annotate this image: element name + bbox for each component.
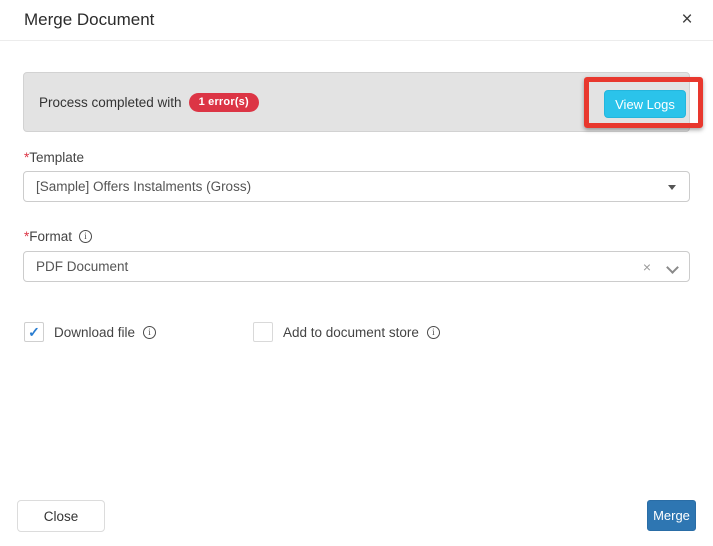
alert-message-text: Process completed with [39, 95, 182, 110]
add-to-document-store-label: Add to document store [283, 325, 419, 340]
merge-button[interactable]: Merge [647, 500, 696, 531]
alert-message: Process completed with 1 error(s) [39, 93, 259, 112]
error-count-badge: 1 error(s) [189, 93, 259, 112]
dialog-header: Merge Document × [0, 0, 713, 41]
add-to-document-store-checkbox[interactable] [253, 322, 273, 342]
template-label-text: Template [29, 150, 84, 165]
process-alert: Process completed with 1 error(s) [23, 72, 690, 132]
template-select-value: [Sample] Offers Instalments (Gross) [36, 179, 251, 194]
close-icon[interactable]: × [675, 8, 699, 32]
caret-down-icon [668, 185, 676, 190]
view-logs-button[interactable]: View Logs [604, 90, 686, 118]
download-file-label: Download file [54, 325, 135, 340]
format-field-label: *Format i [24, 229, 92, 244]
template-select[interactable]: [Sample] Offers Instalments (Gross) [23, 171, 690, 202]
download-file-option[interactable]: ✓ Download file i [24, 322, 156, 342]
checkbox-row: ✓ Download file i Add to document store … [0, 322, 713, 344]
clear-icon[interactable]: × [643, 259, 651, 275]
chevron-down-icon [667, 262, 677, 272]
info-icon[interactable]: i [143, 326, 156, 339]
download-file-checkbox[interactable]: ✓ [24, 322, 44, 342]
format-select[interactable]: PDF Document × [23, 251, 690, 282]
close-button[interactable]: Close [17, 500, 105, 532]
template-field-label: *Template [24, 150, 84, 165]
format-label-text: Format [29, 229, 72, 244]
info-icon[interactable]: i [79, 230, 92, 243]
add-to-document-store-option[interactable]: Add to document store i [253, 322, 440, 342]
format-select-value: PDF Document [36, 259, 128, 274]
dialog-title: Merge Document [24, 10, 154, 30]
info-icon[interactable]: i [427, 326, 440, 339]
